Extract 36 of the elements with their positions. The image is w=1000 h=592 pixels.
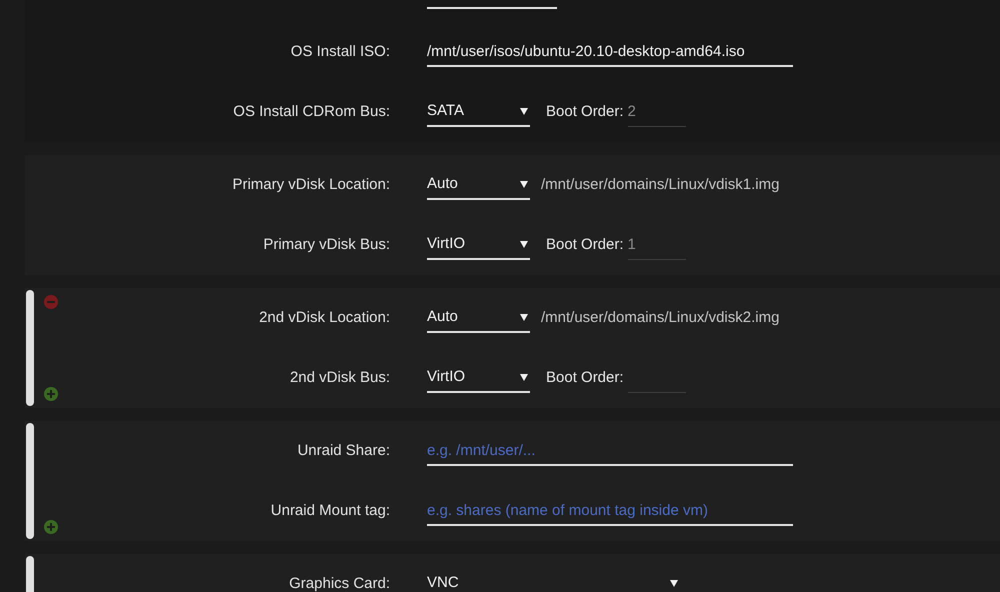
vdisk-path: /mnt/user/domains/Linux/vdisk2.img: [541, 308, 780, 328]
add-icon[interactable]: [44, 387, 58, 401]
drag-handle[interactable]: [26, 423, 34, 539]
dropdown[interactable]: VNC: [427, 569, 680, 592]
caret-icon: [520, 313, 528, 321]
boot-order-label: Boot Order:: [546, 234, 624, 255]
caret-icon: [670, 579, 678, 587]
text-field[interactable]: e.g. /mnt/user/...: [427, 436, 793, 466]
dropdown[interactable]: Auto: [427, 303, 530, 333]
field-label: Primary vDisk Bus:: [262, 234, 390, 255]
field-label: Graphics Card:: [288, 574, 390, 592]
field-label: Unraid Share:: [296, 440, 390, 461]
caret-icon: [520, 107, 528, 115]
dropdown[interactable]: SATA: [427, 97, 530, 127]
text-field[interactable]: e.g. shares (name of mount tag inside vm): [427, 496, 793, 526]
field-label: Primary vDisk Location:: [231, 174, 390, 195]
add-icon[interactable]: [44, 520, 58, 534]
field-label: 2nd vDisk Location:: [258, 308, 390, 328]
text-field[interactable]: /mnt/user/isos/ubuntu-20.10-desktop-amd64.iso: [427, 37, 793, 67]
boot-order-label: Boot Order:: [546, 368, 624, 388]
vdisk-path: /mnt/user/domains/Linux/vdisk1.img: [541, 174, 780, 195]
boot-order-field[interactable]: 1: [628, 230, 686, 260]
caret-icon: [520, 180, 528, 188]
field-label: 2nd vDisk Bus:: [288, 368, 390, 388]
boot-order-label: Boot Order:: [546, 102, 624, 122]
dropdown[interactable]: Auto: [427, 170, 530, 200]
field-label: Unraid Mount tag:: [270, 500, 390, 521]
drag-handle[interactable]: [26, 290, 34, 406]
caret-icon: [520, 373, 528, 381]
remove-icon[interactable]: [44, 295, 58, 309]
boot-order-field[interactable]: 2: [628, 97, 686, 127]
dropdown[interactable]: VirtIO: [427, 363, 530, 393]
field-label: OS Install ISO:: [290, 42, 390, 62]
caret-icon: [520, 240, 528, 248]
field-label: OS Install CDRom Bus:: [232, 102, 390, 122]
dropdown[interactable]: VirtIO: [427, 230, 530, 260]
